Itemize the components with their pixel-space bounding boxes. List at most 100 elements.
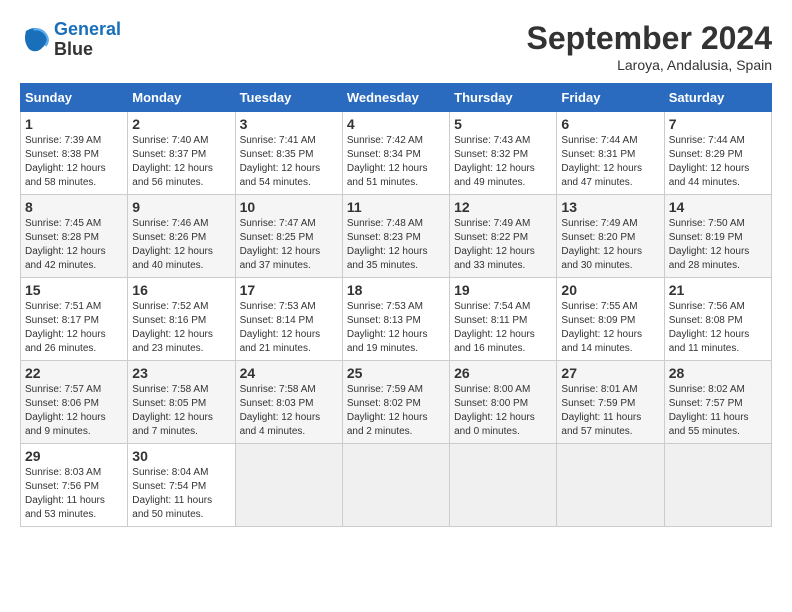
calendar-cell: 13Sunrise: 7:49 AM Sunset: 8:20 PM Dayli… <box>557 195 664 278</box>
day-number: 1 <box>25 116 123 132</box>
title-block: September 2024 Laroya, Andalusia, Spain <box>527 20 772 73</box>
calendar-cell: 22 Sunrise: 7:57 AM Sunset: 8:06 PM Dayli… <box>21 361 128 444</box>
logo-line1: General <box>54 19 121 39</box>
day-number: 30 <box>132 448 230 464</box>
day-info: Sunrise: 7:55 AM Sunset: 8:09 PM Dayligh… <box>561 300 659 356</box>
calendar-table: SundayMondayTuesdayWednesdayThursdayFrid… <box>20 83 772 527</box>
calendar-cell: 25 Sunrise: 7:59 AM Sunset: 8:02 PM Dayli… <box>342 361 449 444</box>
calendar-row-4: 22 Sunrise: 7:57 AM Sunset: 8:06 PM Dayli… <box>21 361 772 444</box>
day-number: 18 <box>347 282 445 298</box>
header-wednesday: Wednesday <box>342 84 449 112</box>
day-number: 21 <box>669 282 767 298</box>
day-info: Sunrise: 7:41 AM Sunset: 8:35 PM Dayligh… <box>240 134 338 190</box>
day-info: Sunrise: 7:45 AM Sunset: 8:28 PM Dayligh… <box>25 217 123 273</box>
day-info: Sunrise: 7:58 AM Sunset: 8:03 PM Dayligh… <box>240 383 338 439</box>
calendar-cell: 16 Sunrise: 7:52 AM Sunset: 8:16 PM Dayli… <box>128 278 235 361</box>
calendar-cell <box>664 444 771 527</box>
day-number: 17 <box>240 282 338 298</box>
day-number: 29 <box>25 448 123 464</box>
calendar-cell: 28 Sunrise: 8:02 AM Sunset: 7:57 PM Dayli… <box>664 361 771 444</box>
day-number: 28 <box>669 365 767 381</box>
day-info: Sunrise: 7:52 AM Sunset: 8:16 PM Dayligh… <box>132 300 230 356</box>
day-number: 15 <box>25 282 123 298</box>
calendar-row-3: 15 Sunrise: 7:51 AM Sunset: 8:17 PM Dayli… <box>21 278 772 361</box>
header-sunday: Sunday <box>21 84 128 112</box>
calendar-cell: 26 Sunrise: 8:00 AM Sunset: 8:00 PM Dayli… <box>450 361 557 444</box>
day-info: Sunrise: 7:56 AM Sunset: 8:08 PM Dayligh… <box>669 300 767 356</box>
day-number: 10 <box>240 199 338 215</box>
calendar-row-1: 1Sunrise: 7:39 AM Sunset: 8:38 PM Daylig… <box>21 112 772 195</box>
day-number: 14 <box>669 199 767 215</box>
day-info: Sunrise: 7:59 AM Sunset: 8:02 PM Dayligh… <box>347 383 445 439</box>
day-info: Sunrise: 7:58 AM Sunset: 8:05 PM Dayligh… <box>132 383 230 439</box>
day-info: Sunrise: 7:47 AM Sunset: 8:25 PM Dayligh… <box>240 217 338 273</box>
calendar-cell <box>557 444 664 527</box>
day-number: 4 <box>347 116 445 132</box>
calendar-cell: 15 Sunrise: 7:51 AM Sunset: 8:17 PM Dayli… <box>21 278 128 361</box>
calendar-cell: 2Sunrise: 7:40 AM Sunset: 8:37 PM Daylig… <box>128 112 235 195</box>
day-number: 9 <box>132 199 230 215</box>
day-number: 13 <box>561 199 659 215</box>
page-title: September 2024 <box>527 20 772 57</box>
day-number: 22 <box>25 365 123 381</box>
calendar-cell: 4 Sunrise: 7:42 AM Sunset: 8:34 PM Daylig… <box>342 112 449 195</box>
day-number: 2 <box>132 116 230 132</box>
calendar-cell: 14 Sunrise: 7:50 AM Sunset: 8:19 PM Dayli… <box>664 195 771 278</box>
day-info: Sunrise: 7:51 AM Sunset: 8:17 PM Dayligh… <box>25 300 123 356</box>
day-info: Sunrise: 8:02 AM Sunset: 7:57 PM Dayligh… <box>669 383 767 439</box>
calendar-row-2: 8Sunrise: 7:45 AM Sunset: 8:28 PM Daylig… <box>21 195 772 278</box>
page-header: General Blue September 2024 Laroya, Anda… <box>20 20 772 73</box>
day-number: 27 <box>561 365 659 381</box>
calendar-cell: 11Sunrise: 7:48 AM Sunset: 8:23 PM Dayli… <box>342 195 449 278</box>
day-info: Sunrise: 8:01 AM Sunset: 7:59 PM Dayligh… <box>561 383 659 439</box>
day-number: 5 <box>454 116 552 132</box>
calendar-cell: 27 Sunrise: 8:01 AM Sunset: 7:59 PM Dayli… <box>557 361 664 444</box>
day-info: Sunrise: 7:44 AM Sunset: 8:29 PM Dayligh… <box>669 134 767 190</box>
calendar-row-5: 29 Sunrise: 8:03 AM Sunset: 7:56 PM Dayli… <box>21 444 772 527</box>
day-number: 6 <box>561 116 659 132</box>
day-number: 23 <box>132 365 230 381</box>
calendar-cell: 3 Sunrise: 7:41 AM Sunset: 8:35 PM Daylig… <box>235 112 342 195</box>
calendar-cell <box>450 444 557 527</box>
header-saturday: Saturday <box>664 84 771 112</box>
calendar-cell: 23 Sunrise: 7:58 AM Sunset: 8:05 PM Dayli… <box>128 361 235 444</box>
header-thursday: Thursday <box>450 84 557 112</box>
calendar-cell: 9 Sunrise: 7:46 AM Sunset: 8:26 PM Daylig… <box>128 195 235 278</box>
header-monday: Monday <box>128 84 235 112</box>
day-number: 19 <box>454 282 552 298</box>
day-info: Sunrise: 7:50 AM Sunset: 8:19 PM Dayligh… <box>669 217 767 273</box>
logo-line2: Blue <box>54 39 93 59</box>
calendar-cell: 18Sunrise: 7:53 AM Sunset: 8:13 PM Dayli… <box>342 278 449 361</box>
header-row: SundayMondayTuesdayWednesdayThursdayFrid… <box>21 84 772 112</box>
day-info: Sunrise: 7:48 AM Sunset: 8:23 PM Dayligh… <box>347 217 445 273</box>
day-number: 25 <box>347 365 445 381</box>
day-number: 3 <box>240 116 338 132</box>
day-number: 20 <box>561 282 659 298</box>
day-info: Sunrise: 8:04 AM Sunset: 7:54 PM Dayligh… <box>132 466 230 522</box>
day-info: Sunrise: 7:42 AM Sunset: 8:34 PM Dayligh… <box>347 134 445 190</box>
header-friday: Friday <box>557 84 664 112</box>
calendar-cell: 24Sunrise: 7:58 AM Sunset: 8:03 PM Dayli… <box>235 361 342 444</box>
calendar-cell: 17 Sunrise: 7:53 AM Sunset: 8:14 PM Dayli… <box>235 278 342 361</box>
day-number: 26 <box>454 365 552 381</box>
day-number: 16 <box>132 282 230 298</box>
day-info: Sunrise: 7:43 AM Sunset: 8:32 PM Dayligh… <box>454 134 552 190</box>
calendar-cell: 7 Sunrise: 7:44 AM Sunset: 8:29 PM Daylig… <box>664 112 771 195</box>
calendar-cell: 5 Sunrise: 7:43 AM Sunset: 8:32 PM Daylig… <box>450 112 557 195</box>
calendar-cell: 20 Sunrise: 7:55 AM Sunset: 8:09 PM Dayli… <box>557 278 664 361</box>
calendar-cell: 10 Sunrise: 7:47 AM Sunset: 8:25 PM Dayli… <box>235 195 342 278</box>
day-number: 7 <box>669 116 767 132</box>
page-subtitle: Laroya, Andalusia, Spain <box>527 57 772 73</box>
day-number: 12 <box>454 199 552 215</box>
calendar-cell: 8Sunrise: 7:45 AM Sunset: 8:28 PM Daylig… <box>21 195 128 278</box>
logo: General Blue <box>20 20 121 60</box>
day-info: Sunrise: 7:57 AM Sunset: 8:06 PM Dayligh… <box>25 383 123 439</box>
day-info: Sunrise: 8:03 AM Sunset: 7:56 PM Dayligh… <box>25 466 123 522</box>
calendar-cell: 1Sunrise: 7:39 AM Sunset: 8:38 PM Daylig… <box>21 112 128 195</box>
day-info: Sunrise: 8:00 AM Sunset: 8:00 PM Dayligh… <box>454 383 552 439</box>
day-info: Sunrise: 7:46 AM Sunset: 8:26 PM Dayligh… <box>132 217 230 273</box>
calendar-cell: 29 Sunrise: 8:03 AM Sunset: 7:56 PM Dayli… <box>21 444 128 527</box>
day-info: Sunrise: 7:54 AM Sunset: 8:11 PM Dayligh… <box>454 300 552 356</box>
day-info: Sunrise: 7:53 AM Sunset: 8:14 PM Dayligh… <box>240 300 338 356</box>
calendar-cell: 12Sunrise: 7:49 AM Sunset: 8:22 PM Dayli… <box>450 195 557 278</box>
